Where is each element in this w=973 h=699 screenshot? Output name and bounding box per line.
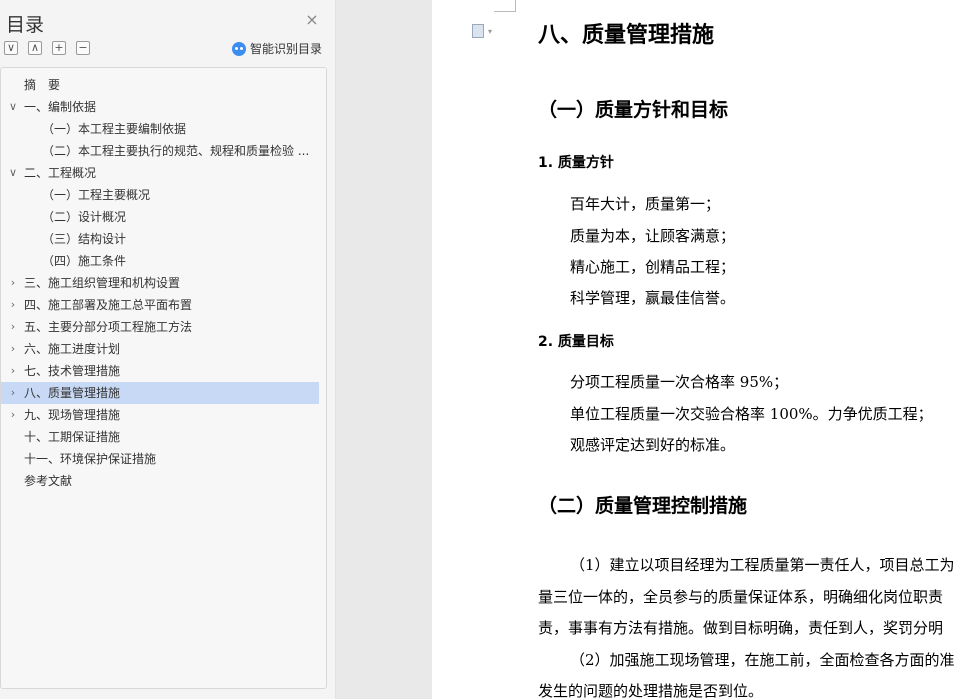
goal-line: 单位工程质量一次交验合格率 100%。力争优质工程；: [570, 405, 933, 423]
document-page[interactable]: ▾ 八、质量管理措施 （一）质量方针和目标 1. 质量方针 百年大计，质量第一；…: [432, 0, 973, 699]
body-line: 责，事事有方法有措施。做到目标明确，责任到人，奖罚分明: [538, 619, 944, 637]
page-margin-marker: [494, 0, 516, 12]
document-area: ▾ 八、质量管理措施 （一）质量方针和目标 1. 质量方针 百年大计，质量第一；…: [336, 0, 973, 699]
heading-control-measures: （二）质量管理控制措施: [538, 495, 748, 517]
toc-item-basis-2[interactable]: （二）本工程主要执行的规范、规程和质量检验 ...: [1, 140, 327, 162]
heading-quality-goals: 2. 质量目标: [538, 334, 614, 350]
toc-item-methods[interactable]: › 五、主要分部分项工程施工方法: [1, 316, 327, 338]
body-line: （1）建立以项目经理为工程质量第一责任人，项目总工为: [570, 556, 955, 574]
heading-quality-policy: 1. 质量方针: [538, 155, 614, 171]
close-icon[interactable]: ×: [304, 12, 320, 28]
toc-item-environment[interactable]: 十一、环境保护保证措施: [1, 448, 327, 470]
chevron-right-icon[interactable]: ›: [8, 404, 18, 426]
chevron-right-icon[interactable]: ›: [8, 360, 18, 382]
toc-item-schedule[interactable]: › 六、施工进度计划: [1, 338, 327, 360]
toc-item-overview[interactable]: ∨ 二、工程概况: [1, 162, 327, 184]
chevron-down-icon[interactable]: ▾: [488, 27, 492, 36]
body-line: 发生的问题的处理措施是否到位。: [538, 682, 764, 699]
remove-heading-icon[interactable]: −: [76, 41, 90, 55]
chevron-right-icon[interactable]: ›: [8, 338, 18, 360]
toc-item-basis-1[interactable]: （一）本工程主要编制依据: [1, 118, 327, 140]
expand-all-icon[interactable]: ∧: [28, 41, 42, 55]
toc-item-references[interactable]: 参考文献: [1, 470, 327, 492]
toc-panel: 目录 × ∨ ∧ + − 智能识别目录 摘 要 ∨ 一、编制依据 （一）本工程主要…: [0, 0, 336, 699]
policy-line: 精心施工，创精品工程；: [570, 258, 736, 276]
toc-item-duration[interactable]: 十、工期保证措施: [1, 426, 327, 448]
toc-title: 目录: [6, 14, 45, 36]
goal-line: 观感评定达到好的标准。: [570, 436, 736, 454]
chevron-down-icon[interactable]: ∨: [8, 96, 18, 118]
toc-item-basis[interactable]: ∨ 一、编制依据: [1, 96, 327, 118]
smart-toc-button[interactable]: 智能识别目录: [232, 40, 322, 57]
toc-list: 摘 要 ∨ 一、编制依据 （一）本工程主要编制依据 （二）本工程主要执行的规范、规…: [1, 74, 327, 492]
body-line: （2）加强施工现场管理，在施工前，全面检查各方面的准: [570, 651, 955, 669]
chevron-down-icon[interactable]: ∨: [8, 162, 18, 184]
toc-item-site[interactable]: › 九、现场管理措施: [1, 404, 327, 426]
smart-toc-label: 智能识别目录: [250, 42, 323, 56]
collapse-all-icon[interactable]: ∨: [4, 41, 18, 55]
chevron-right-icon[interactable]: ›: [8, 316, 18, 338]
toc-item-overview-3[interactable]: （三）结构设计: [1, 228, 327, 250]
policy-line: 百年大计，质量第一；: [570, 195, 721, 213]
chevron-right-icon[interactable]: ›: [8, 382, 18, 404]
toc-tree: 摘 要 ∨ 一、编制依据 （一）本工程主要编制依据 （二）本工程主要执行的规范、规…: [0, 67, 327, 689]
add-heading-icon[interactable]: +: [52, 41, 66, 55]
toc-item-overview-2[interactable]: （二）设计概况: [1, 206, 327, 228]
policy-line: 科学管理，赢最佳信誉。: [570, 289, 736, 307]
toc-item-quality[interactable]: › 八、质量管理措施: [1, 382, 319, 404]
toc-item-technical[interactable]: › 七、技术管理措施: [1, 360, 327, 382]
toc-item-deployment[interactable]: › 四、施工部署及施工总平面布置: [1, 294, 327, 316]
heading-quality-management: 八、质量管理措施: [538, 22, 715, 48]
toc-toolbar: ∨ ∧ + −: [4, 41, 90, 57]
chevron-right-icon[interactable]: ›: [8, 272, 18, 294]
heading-policy-and-goals: （一）质量方针和目标: [538, 99, 729, 121]
goal-line: 分项工程质量一次合格率 95%；: [570, 373, 789, 391]
document-icon[interactable]: [472, 24, 484, 38]
toc-item-overview-4[interactable]: （四）施工条件: [1, 250, 327, 272]
policy-line: 质量为本，让顾客满意；: [570, 227, 736, 245]
toc-item-abstract[interactable]: 摘 要: [1, 74, 327, 96]
toc-item-overview-1[interactable]: （一）工程主要概况: [1, 184, 327, 206]
ai-assistant-icon: [232, 41, 246, 56]
chevron-right-icon[interactable]: ›: [8, 294, 18, 316]
body-line: 量三位一体的，全员参与的质量保证体系，明确细化岗位职责: [538, 588, 944, 606]
toc-item-organization[interactable]: › 三、施工组织管理和机构设置: [1, 272, 327, 294]
